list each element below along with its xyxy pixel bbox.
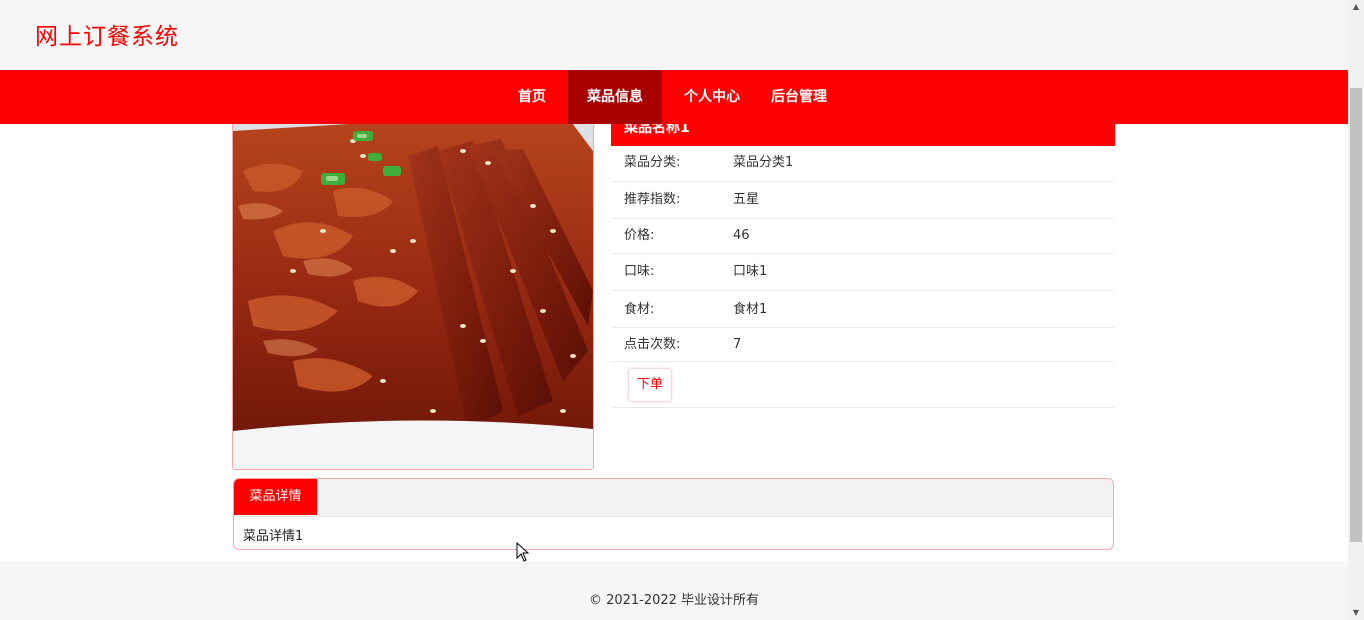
mouse-cursor-icon xyxy=(516,541,530,566)
taste-value: 口味1 xyxy=(733,264,768,279)
dish-detail-card: 菜品详情 菜品详情1 xyxy=(233,478,1114,550)
rating-label: 推荐指数: xyxy=(624,192,681,207)
scroll-down-icon[interactable]: ▼ xyxy=(1352,609,1360,617)
ingredients-value: 食材1 xyxy=(733,302,768,317)
info-row-price: 价格: 46 xyxy=(611,219,1115,254)
info-row-actions: 下单 xyxy=(611,362,1115,408)
clicks-value: 7 xyxy=(733,337,742,352)
nav-item-dishes[interactable]: 菜品信息 xyxy=(568,70,662,124)
nav-item-home[interactable]: 首页 xyxy=(503,70,561,124)
tab-dish-details[interactable]: 菜品详情 xyxy=(234,479,317,515)
vertical-scrollbar[interactable]: ▲ ▼ xyxy=(1348,0,1364,620)
info-row-ingredients: 食材: 食材1 xyxy=(611,291,1115,328)
dish-image xyxy=(232,110,594,470)
info-row-taste: 口味: 口味1 xyxy=(611,254,1115,291)
scroll-up-icon[interactable]: ▲ xyxy=(1352,3,1360,11)
dish-info-panel: 菜品名称1 菜品分类: 菜品分类1 推荐指数: 五星 价格: 46 口味: 口味… xyxy=(611,110,1115,408)
scroll-thumb[interactable] xyxy=(1350,88,1362,542)
site-title[interactable]: 网上订餐系统 xyxy=(35,17,179,51)
ingredients-label: 食材: xyxy=(624,302,655,317)
price-value: 46 xyxy=(733,228,750,243)
category-value: 菜品分类1 xyxy=(733,155,794,170)
info-row-rating: 推荐指数: 五星 xyxy=(611,182,1115,219)
top-header: 网上订餐系统 xyxy=(0,0,1348,70)
taste-label: 口味: xyxy=(624,264,655,279)
page: 网上订餐系统 菜品名称1 菜品分类: 菜品分类1 推荐指数: 五星 价格: 46… xyxy=(0,0,1364,620)
clicks-label: 点击次数: xyxy=(624,337,681,352)
footer: © 2021-2022 毕业设计所有 xyxy=(0,561,1348,620)
category-label: 菜品分类: xyxy=(624,155,681,170)
info-row-clicks: 点击次数: 7 xyxy=(611,328,1115,362)
main-nav: 首页 菜品信息 个人中心 后台管理 xyxy=(0,70,1348,124)
copyright-text: © 2021-2022 毕业设计所有 xyxy=(588,593,760,608)
rating-value: 五星 xyxy=(733,192,760,207)
nav-item-admin[interactable]: 后台管理 xyxy=(760,70,838,124)
price-label: 价格: xyxy=(624,228,655,243)
order-button[interactable]: 下单 xyxy=(628,368,672,402)
nav-item-user-center[interactable]: 个人中心 xyxy=(672,70,752,124)
dish-detail-content: 菜品详情1 xyxy=(243,529,304,544)
detail-tabbar: 菜品详情 xyxy=(234,479,1113,517)
dish-photo-illustration xyxy=(233,111,593,469)
info-row-category: 菜品分类: 菜品分类1 xyxy=(611,146,1115,182)
